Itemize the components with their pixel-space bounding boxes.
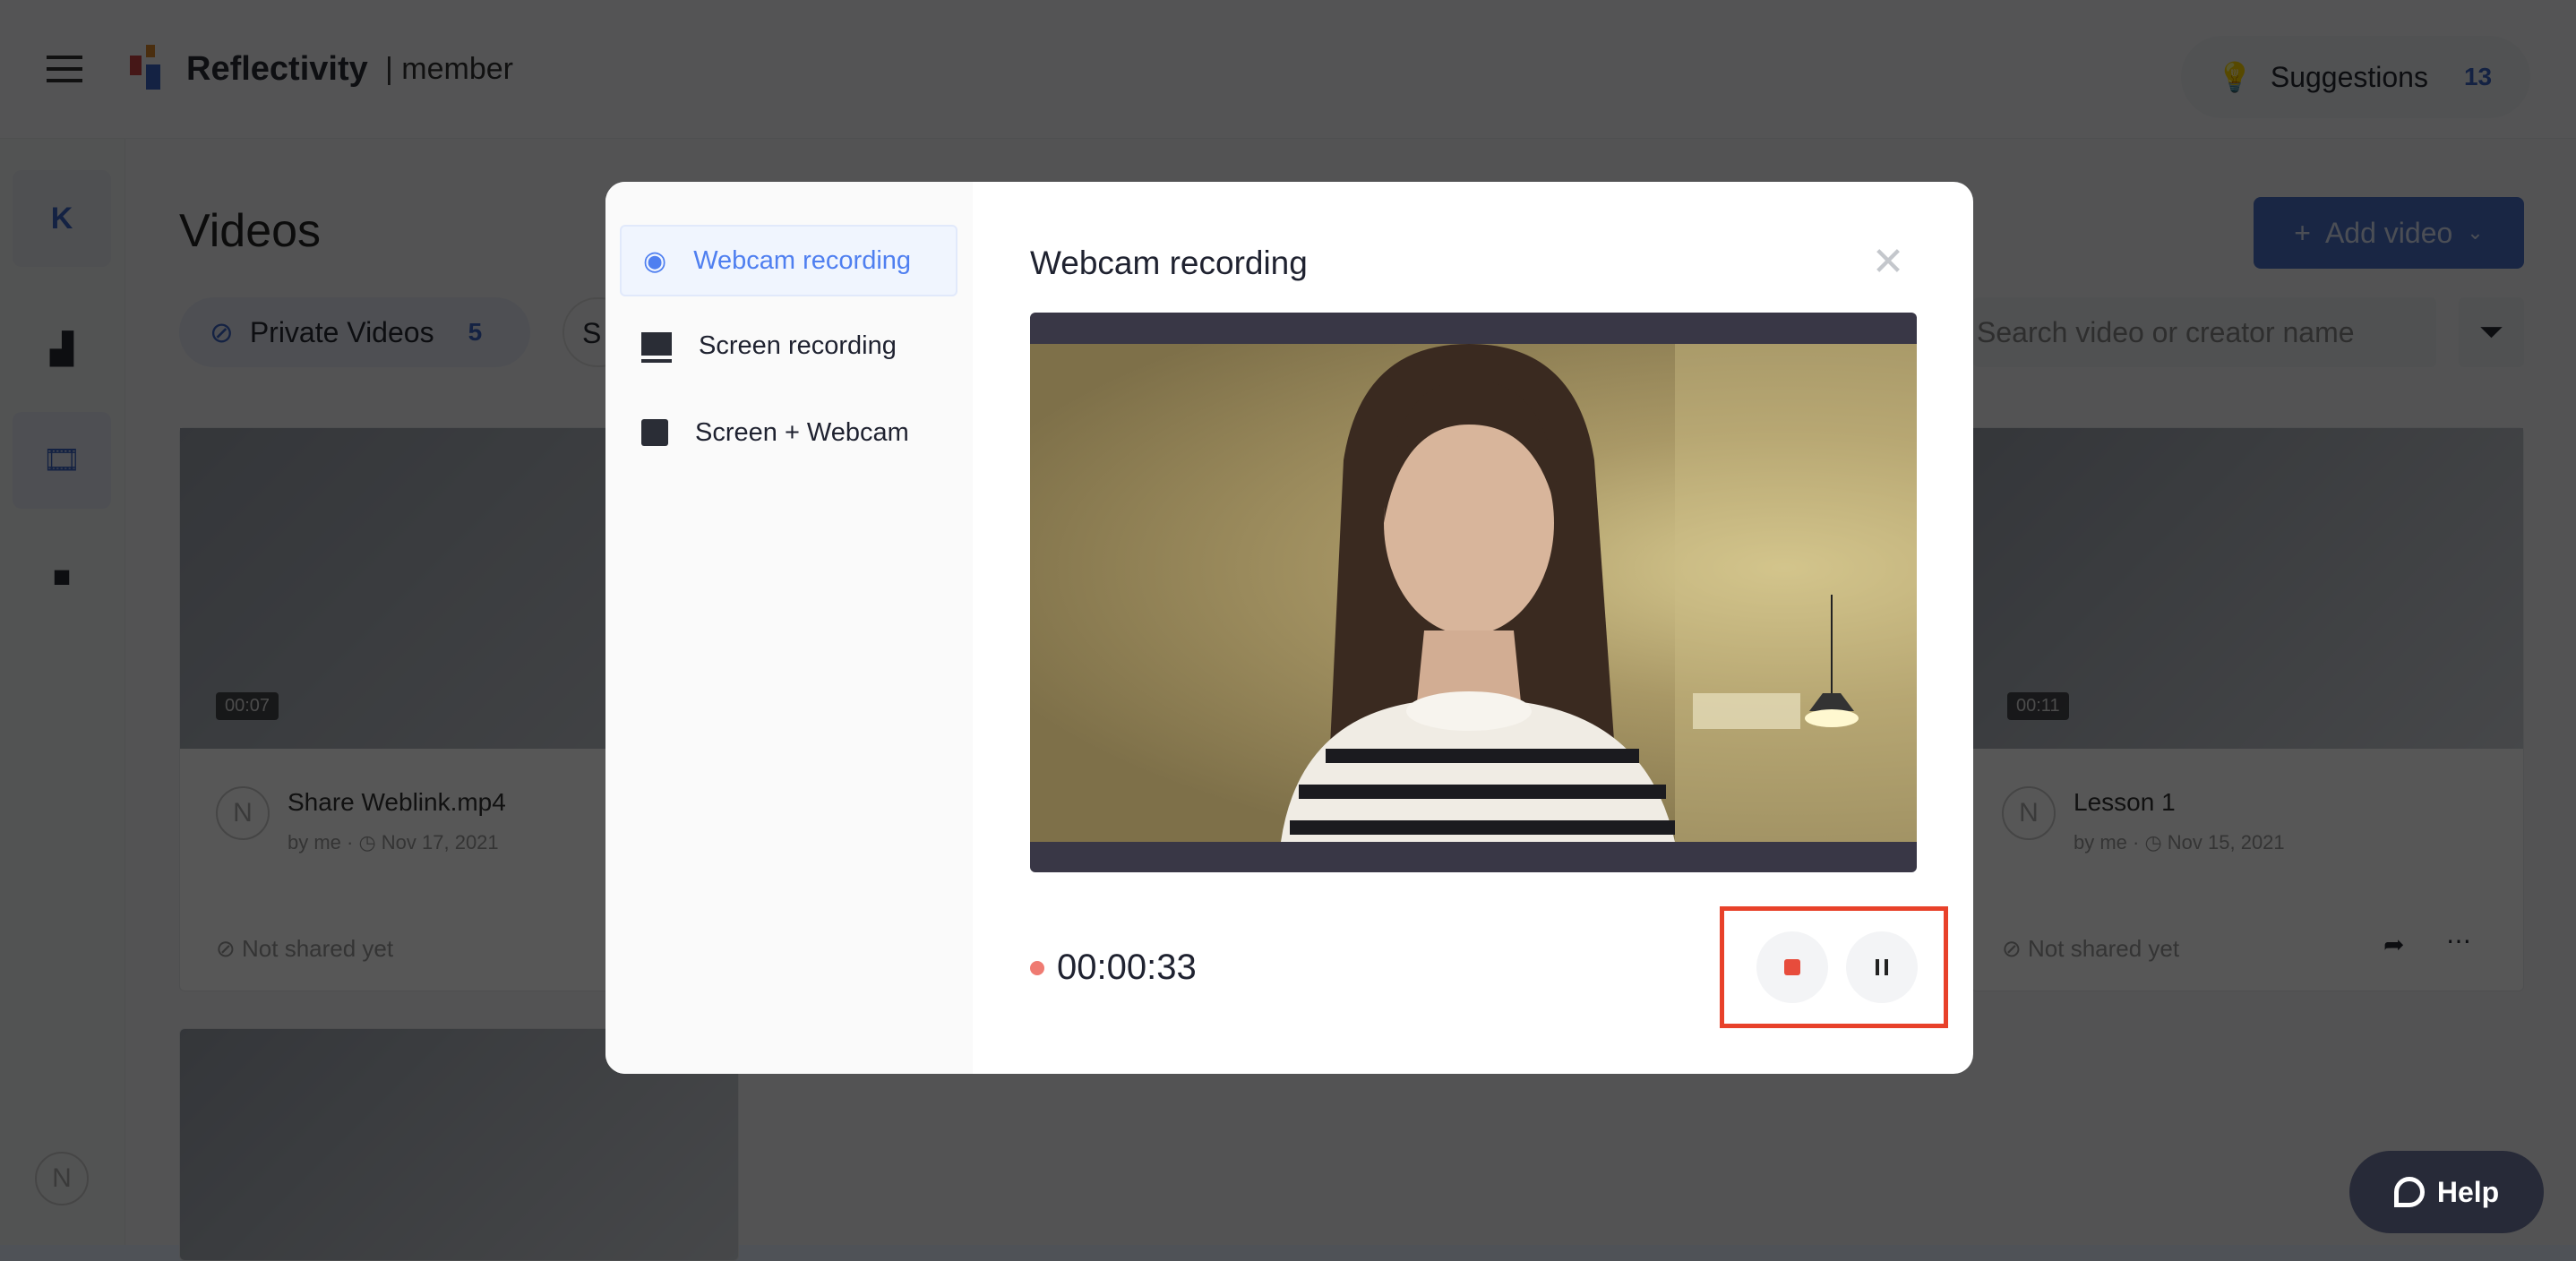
menu-item-label: Webcam recording xyxy=(693,245,912,275)
video-title[interactable]: Share Weblink.mp4 xyxy=(288,788,506,817)
recording-modal: ◉ Webcam recording Screen recording Scre… xyxy=(605,182,1973,1074)
video-author: by me xyxy=(2074,831,2127,854)
menu-icon[interactable] xyxy=(47,56,82,82)
help-label: Help xyxy=(2436,1175,2500,1208)
video-meta: by me · ◷ Nov 15, 2021 xyxy=(2074,831,2285,854)
video-date: Nov 15, 2021 xyxy=(2167,831,2285,854)
stop-icon xyxy=(1784,959,1800,975)
menu-item-screen-webcam[interactable]: Screen + Webcam xyxy=(620,397,957,468)
stop-button[interactable] xyxy=(1756,931,1828,1003)
reflectivity-logo xyxy=(130,45,160,90)
menu-item-label: Screen recording xyxy=(699,330,897,360)
duration-badge: 00:07 xyxy=(216,692,279,720)
brand-name: Reflectivity xyxy=(186,50,368,88)
pause-icon xyxy=(1876,959,1888,975)
share-status-label: Not shared yet xyxy=(242,935,394,962)
n-logo-icon: N xyxy=(13,1130,111,1227)
add-video-button[interactable]: + Add video ⌄ xyxy=(2254,197,2524,269)
recording-indicator-icon xyxy=(1030,960,1044,975)
laptop-icon xyxy=(641,332,672,359)
webcam-icon: ◉ xyxy=(643,245,667,276)
menu-item-screen-recording[interactable]: Screen recording xyxy=(620,310,957,382)
webcam-person-image xyxy=(1281,344,1917,842)
filter-icon: ⏷ xyxy=(2478,314,2504,349)
private-videos-label: Private Videos xyxy=(249,315,434,348)
share-status: ⊘ Not shared yet xyxy=(216,935,394,962)
video-title[interactable]: Lesson 1 xyxy=(2074,788,2176,817)
analytics-icon[interactable]: ▟ xyxy=(13,301,111,398)
eye-off-icon: ⊘ xyxy=(210,316,234,348)
search-input[interactable] xyxy=(1973,297,2436,367)
lightbulb-icon: 💡 xyxy=(2217,61,2253,93)
creator-avatar: N xyxy=(2002,786,2056,840)
video-date: Nov 17, 2021 xyxy=(381,831,499,854)
suggestions-button[interactable]: 💡 Suggestions 13 xyxy=(2181,36,2530,118)
video-author: by me xyxy=(288,831,341,854)
videos-nav-icon[interactable]: 🎞 xyxy=(13,412,111,509)
suggestions-label: Suggestions xyxy=(2270,60,2428,93)
pause-button[interactable] xyxy=(1846,931,1918,1003)
modal-title: Webcam recording xyxy=(1030,244,1308,281)
video-card[interactable]: 00:11 N Lesson 1 by me · ◷ Nov 15, 2021 … xyxy=(1971,427,2524,991)
screen-webcam-icon xyxy=(641,419,668,446)
more-icon[interactable]: ⋯ xyxy=(2446,926,2471,956)
folder-icon[interactable]: ■ xyxy=(13,528,111,625)
menu-item-label: Screen + Webcam xyxy=(695,417,909,447)
suggestions-count: 13 xyxy=(2463,63,2493,90)
private-videos-tab[interactable]: ⊘ Private Videos 5 xyxy=(179,297,530,367)
duration-badge: 00:11 xyxy=(2007,692,2069,720)
add-video-label: Add video xyxy=(2324,216,2453,249)
share-status: ⊘ Not shared yet xyxy=(2002,935,2180,962)
webcam-preview xyxy=(1030,313,1917,872)
close-icon[interactable]: ✕ xyxy=(1870,243,1906,282)
filter-button[interactable]: ⏷ xyxy=(2459,297,2524,367)
private-videos-count: 5 xyxy=(468,318,483,346)
brand-role: | member xyxy=(385,52,513,86)
chat-bubble-icon xyxy=(2393,1177,2425,1207)
plus-icon: + xyxy=(2294,216,2311,249)
workspace-avatar[interactable]: K xyxy=(13,170,111,267)
timer-text: 00:00:33 xyxy=(1057,948,1197,987)
menu-item-webcam-recording[interactable]: ◉ Webcam recording xyxy=(620,225,957,296)
help-button[interactable]: Help xyxy=(2349,1151,2544,1233)
recording-timer: 00:00:33 xyxy=(1030,948,1197,988)
chevron-down-icon: ⌄ xyxy=(2467,221,2484,244)
creator-avatar: N xyxy=(216,786,270,840)
page-title: Videos xyxy=(179,205,322,257)
video-thumbnail[interactable]: 00:11 xyxy=(1971,428,2523,749)
share-status-label: Not shared yet xyxy=(2028,935,2180,962)
video-meta: by me · ◷ Nov 17, 2021 xyxy=(288,831,499,854)
share-icon[interactable]: ➦ xyxy=(2383,930,2404,959)
